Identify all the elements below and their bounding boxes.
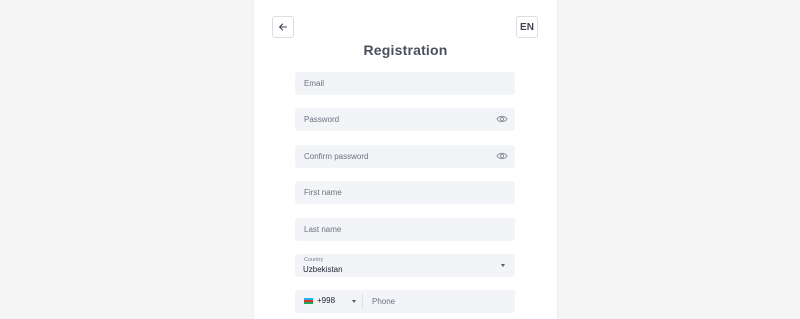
phone-dial-code: +998: [317, 296, 336, 305]
password-field-container: [295, 108, 515, 131]
back-button[interactable]: [272, 16, 294, 38]
confirm-password-field-container: [295, 145, 515, 168]
eye-icon[interactable]: [496, 151, 508, 161]
country-label: Country: [304, 257, 324, 263]
page-title: Registration: [363, 42, 448, 58]
password-field[interactable]: [295, 108, 515, 131]
arrow-left-icon: [279, 23, 288, 31]
email-field[interactable]: [295, 72, 515, 95]
country-value: Uzbekistan: [303, 265, 343, 274]
flag-uzbekistan-icon: [304, 298, 313, 304]
registration-card: EN Registration Country: [254, 0, 557, 319]
confirm-password-field[interactable]: [295, 145, 515, 168]
last-name-field[interactable]: [295, 218, 515, 241]
language-button[interactable]: EN: [516, 16, 538, 38]
caret-down-icon: [501, 264, 505, 267]
email-field-container: [295, 72, 515, 95]
first-name-field-container: [295, 181, 515, 204]
last-name-field-container: [295, 218, 515, 241]
phone-field-container: +998: [295, 290, 515, 313]
phone-field[interactable]: [363, 290, 515, 313]
language-label: EN: [520, 21, 534, 33]
first-name-field[interactable]: [295, 181, 515, 204]
eye-icon[interactable]: [496, 114, 508, 124]
page: EN Registration Country: [0, 0, 800, 319]
caret-down-icon: [352, 300, 356, 303]
country-select[interactable]: Country Uzbekistan: [295, 254, 515, 277]
phone-code-select[interactable]: +998: [295, 290, 362, 313]
